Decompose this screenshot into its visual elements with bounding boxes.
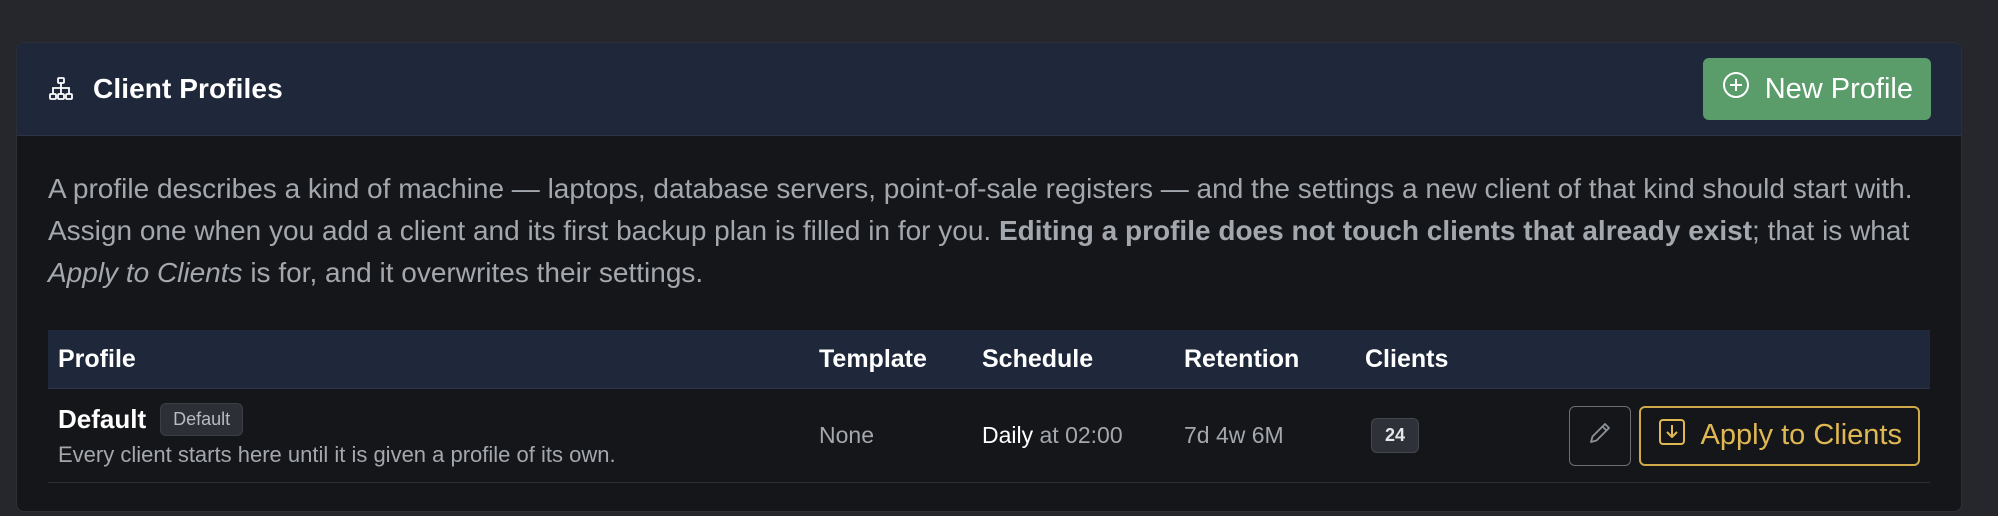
column-header-clients: Clients <box>1355 330 1505 389</box>
card-header: Client Profiles New Profile <box>17 43 1961 136</box>
profile-description-text: A profile describes a kind of machine — … <box>48 168 1931 294</box>
schedule-frequency: Daily <box>982 422 1034 448</box>
apply-to-clients-label: Apply to Clients <box>1700 419 1903 451</box>
retention-cell: 7d 4w 6M <box>1174 388 1355 483</box>
new-profile-label: New Profile <box>1764 72 1913 105</box>
desc-part2: ; that is what <box>1752 215 1910 246</box>
apply-to-clients-button[interactable]: Apply to Clients <box>1638 405 1920 466</box>
column-header-retention: Retention <box>1174 330 1355 389</box>
table-header-row: Profile Template Schedule Retention Clie… <box>48 330 1930 389</box>
row-actions: Apply to Clients <box>1515 405 1930 466</box>
clients-cell: 24 <box>1355 388 1505 483</box>
page-title: Client Profiles <box>93 73 283 104</box>
profile-name: Default <box>58 404 147 434</box>
template-cell: None <box>809 388 972 483</box>
sitemap-icon <box>47 75 75 103</box>
pencil-icon <box>1585 418 1615 454</box>
plus-circle-icon <box>1721 70 1751 108</box>
column-header-schedule: Schedule <box>972 330 1174 389</box>
column-header-actions <box>1505 330 1930 389</box>
title-wrap: Client Profiles <box>47 73 283 105</box>
column-header-profile: Profile <box>48 330 809 389</box>
card-body: A profile describes a kind of machine — … <box>17 136 1961 483</box>
profile-row-description: Every client starts here until it is giv… <box>58 442 616 467</box>
schedule-time: at 02:00 <box>1039 422 1123 448</box>
desc-bold: Editing a profile does not touch clients… <box>999 215 1753 246</box>
profile-name-line: Default Default <box>58 403 809 436</box>
client-profiles-card: Client Profiles New Profile A profile de… <box>16 42 1962 512</box>
edit-profile-button[interactable] <box>1568 405 1631 466</box>
default-badge: Default <box>160 403 244 436</box>
desc-italic: Apply to Clients <box>48 257 243 288</box>
new-profile-button[interactable]: New Profile <box>1702 58 1931 120</box>
table-row: Default Default Every client starts here… <box>48 388 1930 483</box>
actions-cell: Apply to Clients <box>1505 388 1930 483</box>
profile-cell: Default Default Every client starts here… <box>48 388 809 483</box>
clients-count-badge: 24 <box>1371 418 1420 453</box>
column-header-template: Template <box>809 330 972 389</box>
download-icon <box>1657 417 1687 455</box>
schedule-cell: Daily at 02:00 <box>972 388 1174 483</box>
desc-part3: is for, and it overwrites their settings… <box>242 257 704 288</box>
profiles-table: Profile Template Schedule Retention Clie… <box>48 330 1930 483</box>
